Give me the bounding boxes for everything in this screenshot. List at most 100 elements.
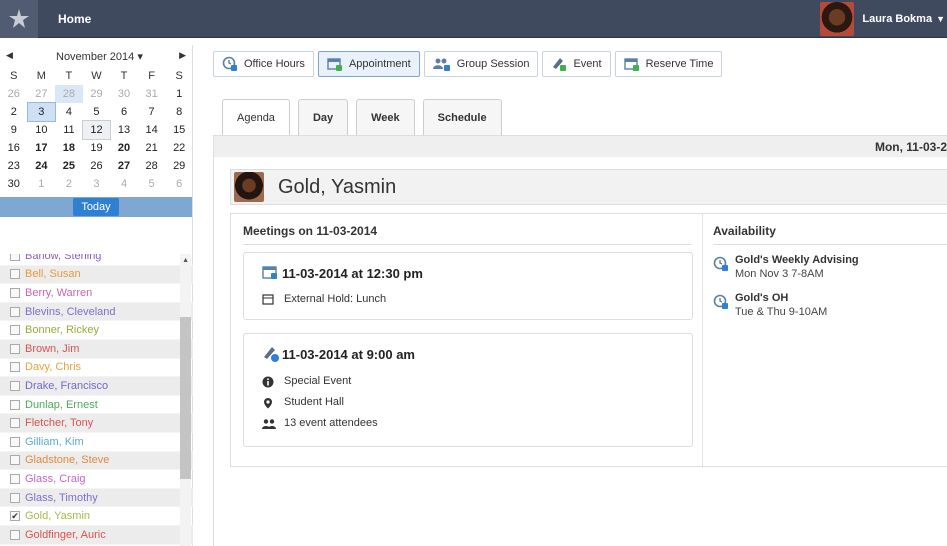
calendar-day[interactable]: 6 — [110, 103, 138, 121]
list-item[interactable]: Barlow, Sterling — [0, 254, 193, 266]
person-checkbox[interactable] — [10, 473, 20, 484]
reserve-time-icon — [623, 56, 646, 72]
home-link[interactable]: Home — [58, 12, 91, 26]
calendar-day[interactable]: 2 — [55, 175, 83, 193]
appointment-button[interactable]: Appointment — [317, 51, 420, 77]
tab-day[interactable]: Day — [297, 99, 349, 135]
calendar-day[interactable]: 30 — [110, 85, 138, 103]
user-menu[interactable]: Laura Bokma ▼ — [820, 0, 947, 38]
list-item[interactable]: ✔ Gold, Yasmin — [0, 507, 193, 526]
event-button[interactable]: Event — [542, 51, 611, 77]
list-item[interactable]: Goldfinger, Auric — [0, 525, 193, 545]
calendar-day[interactable]: 27 — [28, 85, 56, 103]
calendar-day[interactable]: 21 — [138, 139, 166, 157]
person-checkbox[interactable] — [10, 399, 20, 410]
calendar-day[interactable]: 15 — [165, 121, 193, 139]
calendar-day[interactable]: 27 — [110, 157, 138, 175]
person-name: Bonner, Rickey — [25, 324, 99, 337]
calendar-day[interactable]: 30 — [0, 175, 28, 193]
main-content: Mon, 11-03-2 Gold, Yasmin Meetings on 11… — [213, 135, 947, 546]
calendar-day[interactable]: 3 — [26, 102, 57, 122]
calendar-day[interactable]: 25 — [55, 157, 83, 175]
previous-month-icon[interactable]: ◀ — [6, 50, 13, 61]
calendar-day[interactable]: 10 — [28, 121, 56, 139]
scrollbar-thumb[interactable] — [180, 317, 191, 479]
list-item[interactable]: Glass, Timothy — [0, 488, 193, 508]
meeting-card[interactable]: 11-03-2014 at 12:30 pm External Hold: Lu… — [243, 252, 693, 320]
calendar-day[interactable]: 31 — [138, 85, 166, 103]
calendar-day[interactable]: 18 — [55, 139, 83, 157]
calendar-day[interactable]: 29 — [165, 157, 193, 175]
calendar-day[interactable]: 22 — [165, 139, 193, 157]
event-icon — [551, 56, 573, 72]
calendar-day[interactable]: 4 — [55, 103, 83, 121]
person-checkbox[interactable] — [10, 529, 20, 540]
person-checkbox[interactable] — [10, 269, 20, 280]
calendar-day[interactable]: 1 — [28, 175, 56, 193]
list-item[interactable]: Dunlap, Ernest — [0, 396, 193, 415]
tab-week[interactable]: Week — [356, 99, 415, 135]
list-item[interactable]: Glass, Craig — [0, 470, 193, 489]
list-item[interactable]: Berry, Warren — [0, 284, 193, 303]
calendar-day[interactable]: 5 — [138, 175, 166, 193]
today-button[interactable]: Today — [73, 198, 119, 216]
list-item[interactable]: Gilliam, Kim — [0, 433, 193, 452]
calendar-day[interactable]: 6 — [165, 175, 193, 193]
meeting-detail: Special Event — [284, 375, 352, 387]
calendar-day[interactable]: 12 — [81, 120, 112, 140]
calendar-day[interactable]: 17 — [28, 139, 56, 157]
list-item[interactable]: Fletcher, Tony — [0, 414, 193, 433]
calendar-day[interactable]: 29 — [83, 85, 111, 103]
calendar-day[interactable]: 5 — [83, 103, 111, 121]
group-session-button[interactable]: Group Session — [423, 51, 539, 77]
app-logo-icon[interactable] — [0, 0, 38, 38]
calendar-day[interactable]: 26 — [83, 157, 111, 175]
list-item[interactable]: Davy, Chris — [0, 359, 193, 378]
office-hours-button[interactable]: Office Hours — [213, 51, 314, 77]
calendar-day[interactable]: 3 — [83, 175, 111, 193]
calendar-day[interactable]: 28 — [55, 85, 83, 103]
meeting-time: 11-03-2014 at 12:30 pm — [282, 266, 423, 281]
calendar-day[interactable]: 8 — [165, 103, 193, 121]
calendar-day[interactable]: 14 — [138, 121, 166, 139]
calendar-day[interactable]: 7 — [138, 103, 166, 121]
scroll-up-icon[interactable]: ▲ — [182, 257, 189, 264]
calendar-day[interactable]: 4 — [110, 175, 138, 193]
person-checkbox[interactable] — [10, 436, 20, 447]
calendar-day[interactable]: 23 — [0, 157, 28, 175]
calendar-month-title[interactable]: November 2014 ▾ — [56, 50, 143, 63]
person-checkbox[interactable] — [10, 325, 20, 336]
list-item[interactable]: Bell, Susan — [0, 265, 193, 285]
person-checkbox[interactable] — [10, 343, 20, 354]
calendar-day[interactable]: 11 — [55, 121, 83, 139]
next-month-icon[interactable]: ▶ — [179, 50, 186, 61]
person-checkbox[interactable] — [10, 362, 20, 373]
calendar-day[interactable]: 13 — [110, 121, 138, 139]
list-item[interactable]: Drake, Francisco — [0, 377, 193, 396]
person-checkbox[interactable] — [10, 492, 20, 503]
calendar-day[interactable]: 20 — [110, 139, 138, 157]
list-item[interactable]: Bonner, Rickey — [0, 321, 193, 340]
meeting-card[interactable]: 11-03-2014 at 9:00 am Special Event Stud… — [243, 333, 693, 447]
list-item[interactable]: Blevins, Cleveland — [0, 302, 193, 322]
tab-agenda[interactable]: Agenda — [222, 99, 290, 136]
list-item[interactable]: Brown, Jim — [0, 339, 193, 359]
list-item[interactable]: Gladstone, Steve — [0, 451, 193, 471]
person-checkbox[interactable] — [10, 380, 20, 391]
person-checkbox[interactable] — [10, 418, 20, 429]
person-checkbox[interactable] — [10, 306, 20, 317]
person-checkbox[interactable] — [10, 455, 20, 466]
calendar-day[interactable]: 28 — [138, 157, 166, 175]
reserve-time-button[interactable]: Reserve Time — [614, 51, 723, 77]
person-checkbox[interactable]: ✔ — [10, 511, 20, 522]
person-checkbox[interactable] — [10, 254, 20, 261]
calendar-day[interactable]: 24 — [28, 157, 56, 175]
calendar-day[interactable]: 26 — [0, 85, 28, 103]
calendar-day[interactable]: 9 — [0, 121, 28, 139]
person-checkbox[interactable] — [10, 287, 20, 298]
tab-schedule[interactable]: Schedule — [422, 99, 502, 135]
calendar-day[interactable]: 1 — [165, 85, 193, 103]
calendar-day[interactable]: 2 — [0, 103, 28, 121]
calendar-day[interactable]: 19 — [83, 139, 111, 157]
calendar-day[interactable]: 16 — [0, 139, 28, 157]
